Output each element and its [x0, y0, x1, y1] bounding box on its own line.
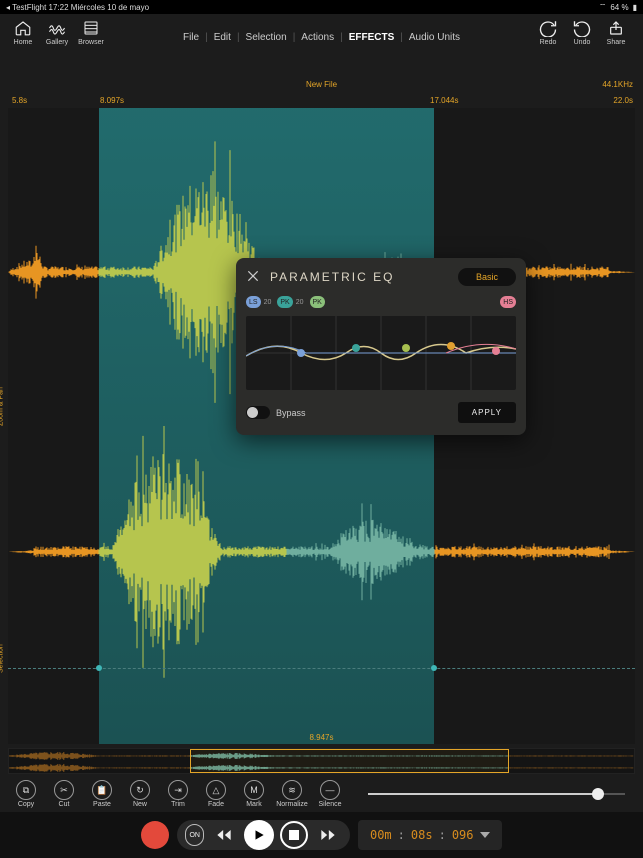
action-row: ⧉Copy ✂Cut 📋Paste ↻New ⇥Trim △Fade MMark…: [0, 776, 643, 812]
normalize-icon: ≋: [282, 780, 302, 800]
eq-band-ls[interactable]: LS20: [246, 296, 271, 308]
share-icon: [606, 18, 626, 38]
home-label: Home: [14, 39, 33, 46]
silence-button[interactable]: —Silence: [312, 780, 348, 808]
waveform-editor[interactable]: Zoom & Pan Selection 8.947s PARAMETRIC E…: [8, 108, 635, 744]
gallery-button[interactable]: Gallery: [42, 18, 72, 46]
gallery-label: Gallery: [46, 39, 68, 46]
stop-button[interactable]: [280, 821, 308, 849]
share-button[interactable]: Share: [601, 18, 631, 46]
paste-button[interactable]: 📋Paste: [84, 780, 120, 808]
loop-button[interactable]: ON: [185, 824, 204, 846]
transport-bar: ON 00m: 08s: 096: [0, 812, 643, 858]
overview-strip[interactable]: [8, 748, 635, 774]
silence-icon: —: [320, 780, 340, 800]
menu-file[interactable]: File: [183, 32, 199, 43]
browser-label: Browser: [78, 39, 104, 46]
new-button[interactable]: ↻New: [122, 780, 158, 808]
new-icon: ↻: [130, 780, 150, 800]
timeline-ruler[interactable]: 5.8s 8.097s 17.044s 22.0s: [0, 96, 643, 108]
play-button[interactable]: [244, 820, 274, 850]
eq-bands: LS20 PK20 PK HS: [246, 296, 516, 308]
home-icon: [13, 18, 33, 38]
menu-audio-units[interactable]: Audio Units: [409, 32, 460, 43]
waveform-icon: [47, 18, 67, 38]
selection-duration: 8.947s: [8, 733, 635, 742]
undo-button[interactable]: Undo: [567, 18, 597, 46]
battery-pct: 64 %: [610, 3, 628, 12]
apply-button[interactable]: APPLY: [458, 402, 516, 423]
time-sel-end: 17.044s: [430, 96, 458, 105]
selection-label: Selection: [0, 645, 5, 674]
status-bar: ◂ TestFlight 17:22 Miércoles 10 de mayo …: [0, 0, 643, 14]
redo-button[interactable]: Redo: [533, 18, 563, 46]
eq-band-hs[interactable]: HS: [500, 296, 516, 308]
time-counter[interactable]: 00m: 08s: 096: [358, 820, 502, 850]
undo-label: Undo: [574, 39, 591, 46]
selection-marker-line: [8, 668, 635, 669]
cut-button[interactable]: ✂Cut: [46, 780, 82, 808]
forward-button[interactable]: [314, 821, 342, 849]
file-header: New File 44.1KHz: [0, 80, 643, 96]
file-name: New File: [0, 80, 643, 89]
zoom-pan-label: Zoom & Pan: [0, 387, 5, 426]
redo-label: Redo: [540, 39, 557, 46]
chevron-down-icon[interactable]: [480, 832, 490, 838]
time-mm: 00m: [370, 828, 392, 842]
battery-icon: ▮: [633, 3, 637, 12]
menu-actions[interactable]: Actions: [301, 32, 334, 43]
browser-icon: [81, 18, 101, 38]
overview-selection[interactable]: [190, 749, 509, 773]
zoom-slider[interactable]: [368, 784, 635, 804]
normalize-button[interactable]: ≋Normalize: [274, 780, 310, 808]
home-button[interactable]: Home: [8, 18, 38, 46]
parametric-eq-panel: PARAMETRIC EQ Basic LS20 PK20 PK HS: [236, 258, 526, 435]
time-ms: 096: [452, 828, 474, 842]
close-button[interactable]: [246, 269, 262, 285]
share-label: Share: [607, 39, 626, 46]
time-start: 5.8s: [12, 96, 27, 105]
wifi-icon: ⌔: [599, 2, 607, 12]
paste-icon: 📋: [92, 780, 112, 800]
trim-icon: ⇥: [168, 780, 188, 800]
eq-mode-basic[interactable]: Basic: [458, 268, 516, 286]
time-ss: 08s: [411, 828, 433, 842]
rewind-button[interactable]: [210, 821, 238, 849]
trim-button[interactable]: ⇥Trim: [160, 780, 196, 808]
eq-title: PARAMETRIC EQ: [270, 270, 450, 284]
undo-icon: [572, 18, 592, 38]
eq-band-pk1[interactable]: PK20: [277, 296, 303, 308]
sample-rate: 44.1KHz: [602, 80, 633, 89]
mark-button[interactable]: MMark: [236, 780, 272, 808]
redo-icon: [538, 18, 558, 38]
browser-button[interactable]: Browser: [76, 18, 106, 46]
slider-knob[interactable]: [592, 788, 604, 800]
time-sel-start: 8.097s: [100, 96, 124, 105]
fade-button[interactable]: △Fade: [198, 780, 234, 808]
fade-icon: △: [206, 780, 226, 800]
menu-effects[interactable]: EFFECTS: [349, 32, 395, 43]
menu-selection[interactable]: Selection: [246, 32, 287, 43]
cut-icon: ✂: [54, 780, 74, 800]
eq-curve: [246, 316, 516, 390]
menu-edit[interactable]: Edit: [214, 32, 231, 43]
selection-handle-left[interactable]: [96, 665, 102, 671]
transport-controls: ON: [177, 820, 350, 850]
bypass-toggle[interactable]: [246, 406, 270, 419]
copy-button[interactable]: ⧉Copy: [8, 780, 44, 808]
status-left: ◂ TestFlight 17:22 Miércoles 10 de mayo: [6, 3, 149, 12]
record-button[interactable]: [141, 821, 169, 849]
bypass-label: Bypass: [276, 408, 306, 418]
time-end: 22.0s: [613, 96, 633, 105]
eq-band-pk2[interactable]: PK: [310, 296, 325, 308]
mark-icon: M: [244, 780, 264, 800]
copy-icon: ⧉: [16, 780, 36, 800]
eq-graph[interactable]: [246, 316, 516, 390]
